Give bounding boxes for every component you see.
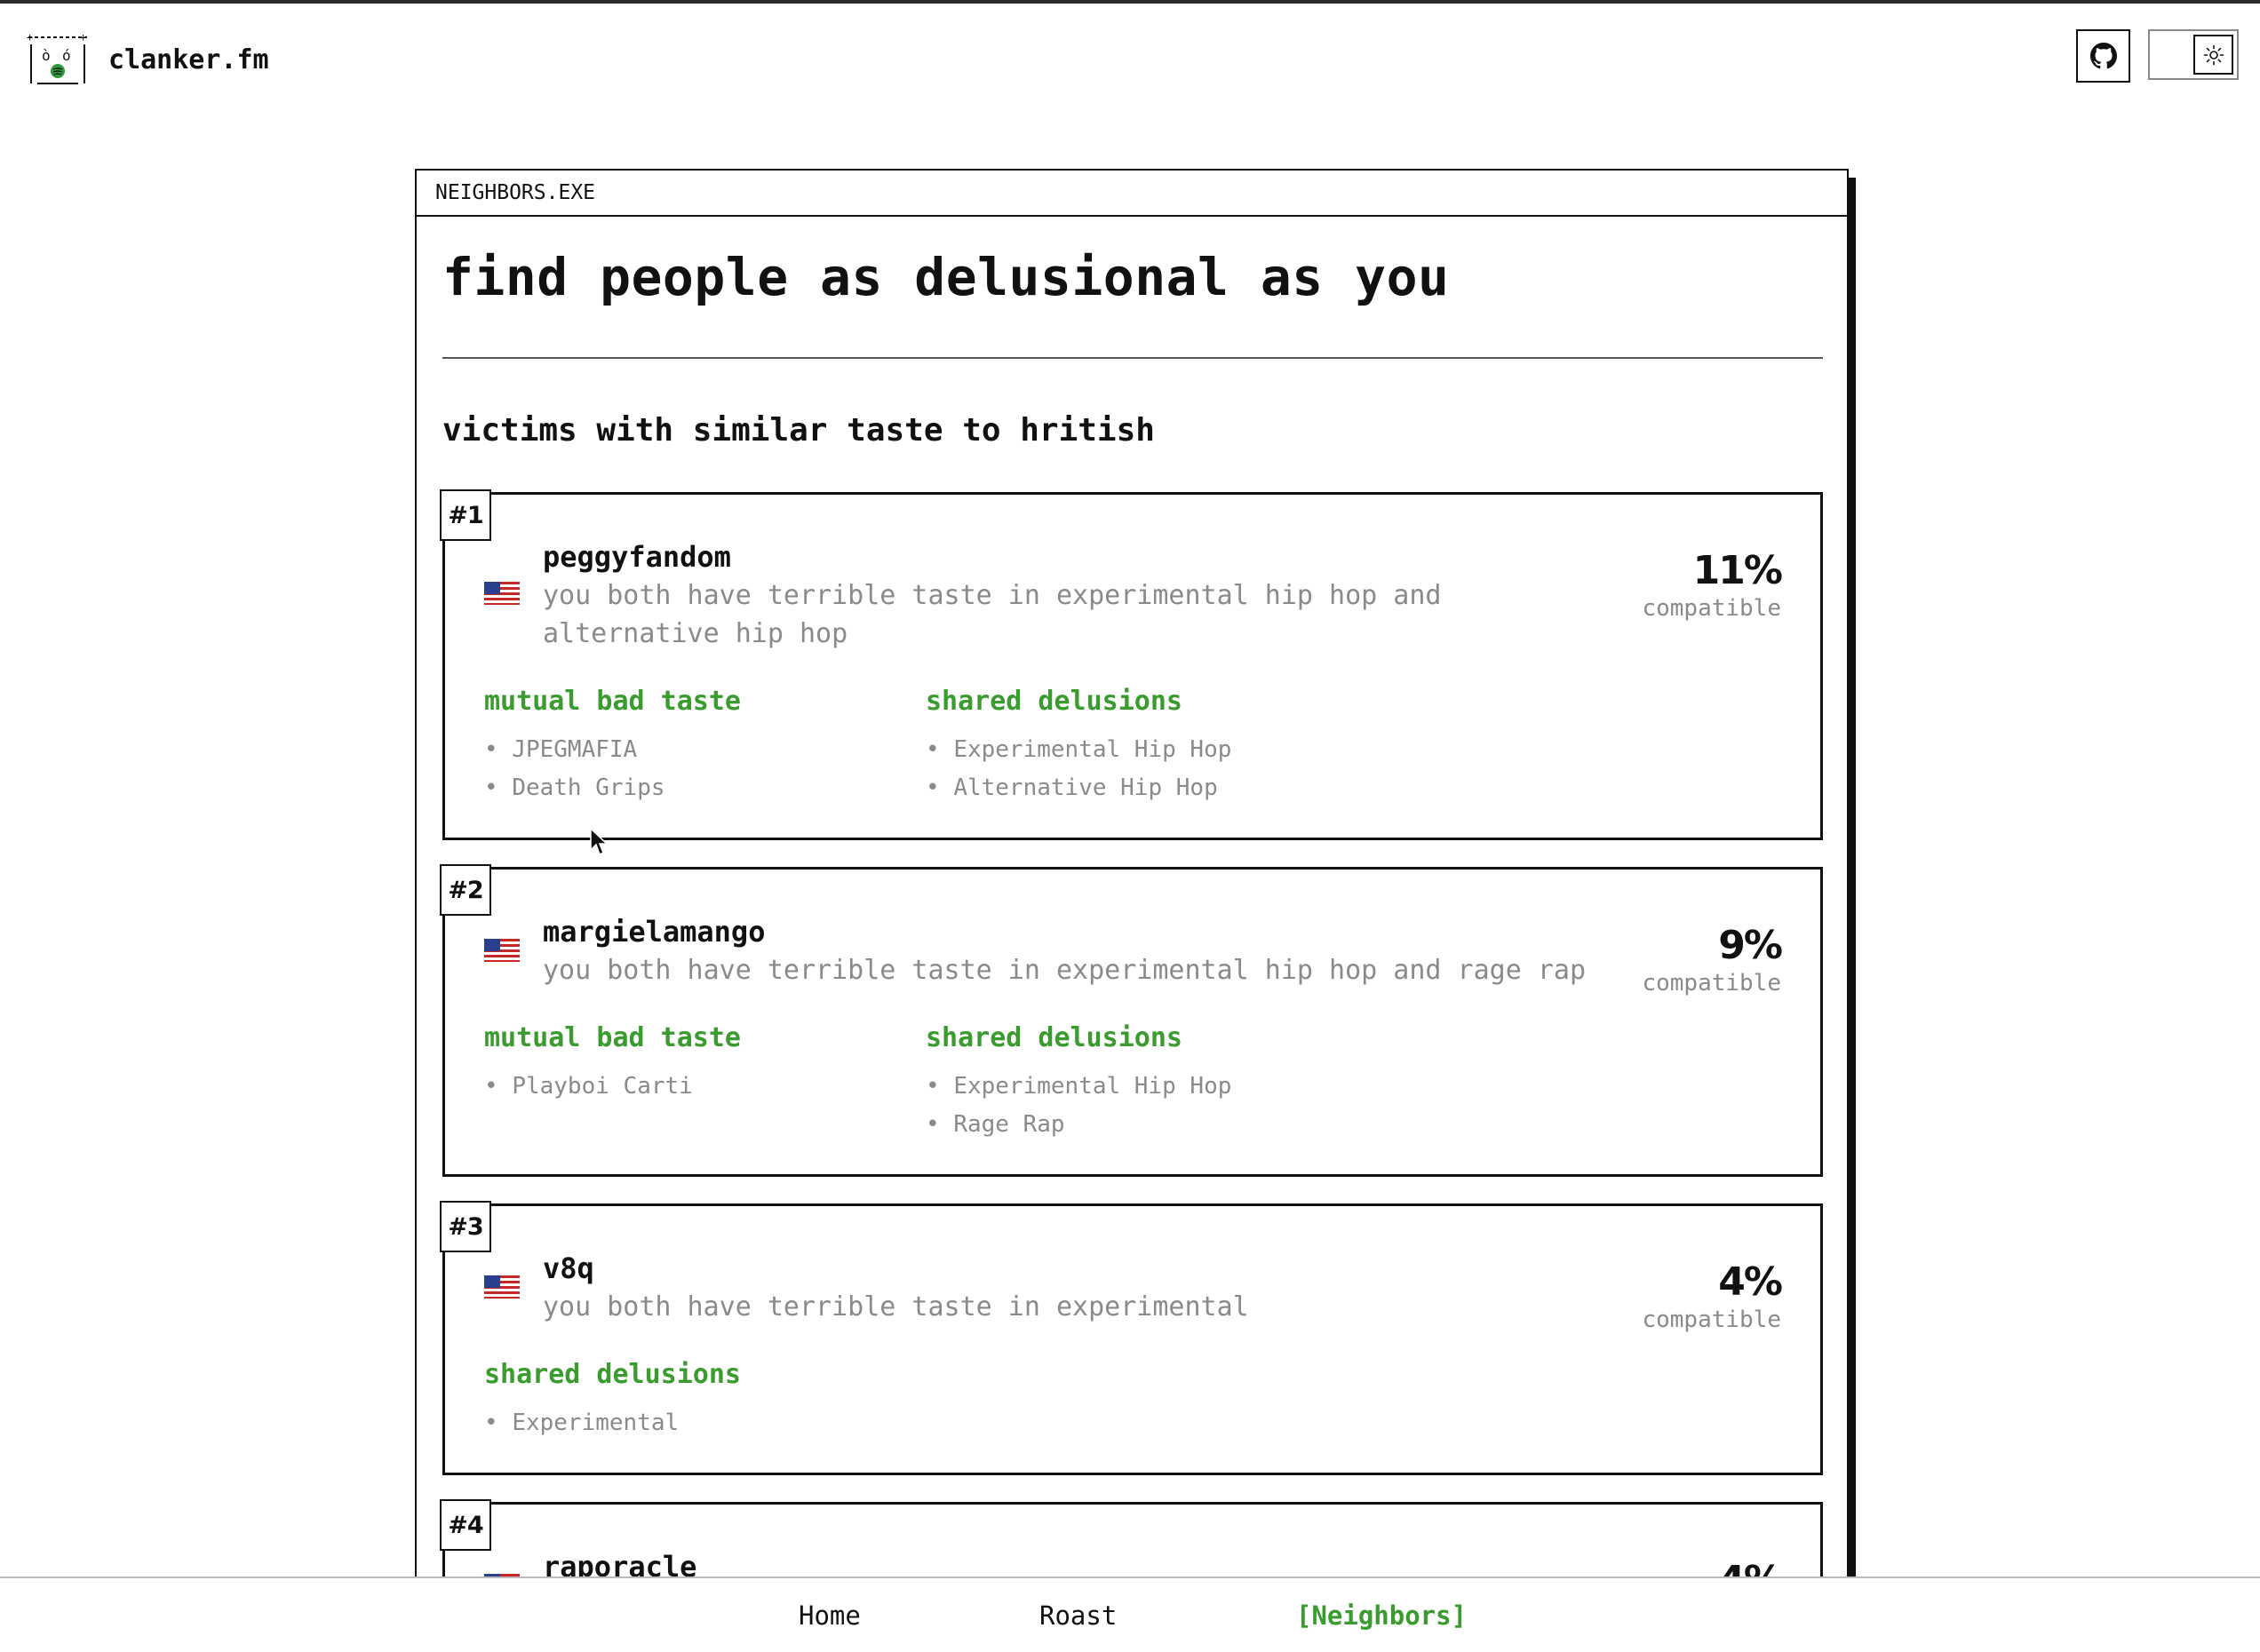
list-item: Alternative Hip Hop: [926, 769, 1367, 807]
compatibility-value: 9%: [1718, 923, 1783, 968]
column-heading: mutual bad taste: [484, 686, 741, 717]
column-heading: shared delusions: [926, 686, 1182, 717]
nav-roast[interactable]: Roast: [1039, 1598, 1117, 1633]
bottom-nav: Home Roast [Neighbors]: [0, 1577, 2260, 1652]
nav-neighbors[interactable]: [Neighbors]: [1296, 1598, 1467, 1633]
header: + + ò ó clanker.fm: [0, 0, 2260, 124]
sun-icon: [2203, 44, 2224, 65]
compatibility-score: 11% compatible: [1642, 548, 1783, 623]
list-item: Death Grips: [484, 769, 926, 807]
svg-text:+: +: [80, 32, 86, 44]
list-item: Experimental Hip Hop: [926, 1068, 1367, 1106]
rank-badge: #1: [440, 489, 491, 541]
compatibility-value: 11%: [1692, 548, 1783, 593]
list-item: Rage Rap: [926, 1106, 1367, 1144]
nav-home[interactable]: Home: [799, 1598, 861, 1633]
window-titlebar: NEIGHBORS.EXE: [417, 171, 1847, 217]
neighbor-description: you both have terrible taste in experime…: [543, 580, 1442, 649]
neighbor-card[interactable]: #1 peggyfandom you both have terrible ta…: [440, 489, 1823, 840]
neighbor-username[interactable]: margielamango: [543, 914, 1586, 949]
rank-badge: #2: [440, 864, 491, 916]
neighbor-card[interactable]: #2 margielamango you both have terrible …: [440, 864, 1823, 1177]
compatibility-score: 9% compatible: [1642, 923, 1783, 997]
us-flag-icon: [484, 939, 520, 962]
compatibility-label: compatible: [1642, 970, 1781, 997]
mutual-artists-column: mutual bad taste Playboi Carti: [484, 1021, 926, 1144]
neighbor-username[interactable]: peggyfandom: [543, 539, 1586, 575]
us-flag-icon: [484, 582, 520, 605]
compatibility-label: compatible: [1642, 1307, 1781, 1333]
neighbors-window: NEIGHBORS.EXE find people as delusional …: [415, 169, 1849, 1590]
mutual-artists-column: mutual bad taste JPEGMAFIA Death Grips: [484, 685, 926, 807]
column-heading: shared delusions: [926, 1022, 1182, 1053]
list-item: Playboi Carti: [484, 1068, 926, 1106]
list-item: Experimental: [484, 1404, 926, 1442]
window-content: find people as delusional as you victims…: [417, 242, 1847, 1590]
mouse-cursor-icon: [589, 827, 609, 857]
neighbor-username[interactable]: v8q: [543, 1251, 1586, 1286]
us-flag-icon: [484, 1275, 520, 1299]
neighbors-list: #1 peggyfandom you both have terrible ta…: [440, 489, 1823, 1590]
svg-text:+: +: [27, 32, 33, 44]
svg-text:ó: ó: [62, 47, 71, 64]
shared-genres-column: shared delusions Experimental: [484, 1358, 926, 1442]
section-subtitle: victims with similar taste to hritish: [442, 412, 1155, 449]
neighbor-description: you both have terrible taste in experime…: [543, 955, 1586, 986]
shared-genres-column: shared delusions Experimental Hip Hop Ra…: [926, 1021, 1367, 1144]
compatibility-label: compatible: [1642, 595, 1781, 622]
page-title: find people as delusional as you: [442, 247, 1450, 307]
column-heading: shared delusions: [484, 1359, 741, 1390]
theme-toggle-knob[interactable]: [2193, 35, 2233, 75]
list-item: JPEGMAFIA: [484, 731, 926, 769]
compatibility-value: 4%: [1718, 1259, 1783, 1305]
neighbor-description: you both have terrible taste in experime…: [543, 1291, 1249, 1322]
github-button[interactable]: [2076, 29, 2130, 83]
neighbor-card[interactable]: #3 v8q you both have terrible taste in e…: [440, 1201, 1823, 1475]
svg-text:ò: ò: [42, 47, 51, 64]
compatibility-score: 4% compatible: [1642, 1259, 1783, 1334]
column-heading: mutual bad taste: [484, 1022, 741, 1053]
theme-toggle[interactable]: [2148, 29, 2239, 80]
rank-badge: #3: [440, 1201, 491, 1252]
brand-name[interactable]: clanker.fm: [108, 43, 269, 78]
shared-genres-column: shared delusions Experimental Hip Hop Al…: [926, 685, 1367, 807]
divider: [442, 357, 1823, 359]
list-item: Experimental Hip Hop: [926, 731, 1367, 769]
rank-badge: #4: [440, 1499, 491, 1551]
robot-face-logo-icon[interactable]: + + ò ó: [27, 32, 89, 87]
github-icon: [2089, 43, 2117, 69]
